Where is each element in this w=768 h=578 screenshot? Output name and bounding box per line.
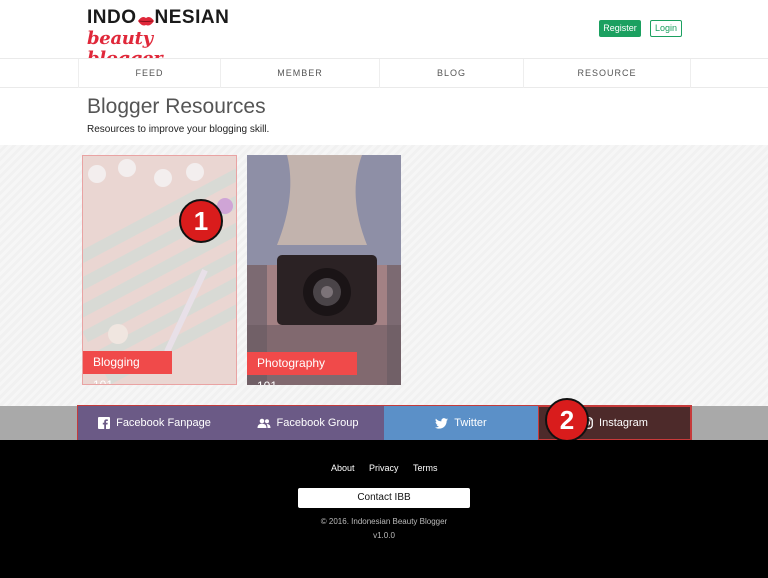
twitter-label: Twitter [454, 417, 487, 429]
twitter-link[interactable]: Twitter [384, 406, 538, 440]
instagram-label: Instagram [599, 417, 648, 429]
facebook-fanpage-link[interactable]: Facebook Fanpage [78, 406, 231, 440]
nav-item-member[interactable]: MEMBER [220, 59, 379, 88]
site-footer [0, 440, 768, 578]
lips-icon [137, 12, 154, 26]
resource-card-photography[interactable]: Photography 101 [247, 155, 401, 385]
footer-link-privacy[interactable]: Privacy [369, 463, 399, 473]
facebook-group-label: Facebook Group [276, 417, 359, 429]
logo-wordmark: INDO NESIAN [87, 7, 229, 28]
logo-text-part2: NESIAN [154, 7, 230, 28]
nav-item-feed[interactable]: FEED [78, 59, 220, 88]
nav-item-blog[interactable]: BLOG [379, 59, 523, 88]
footer-link-terms[interactable]: Terms [413, 463, 438, 473]
twitter-icon [435, 417, 449, 429]
facebook-fanpage-label: Facebook Fanpage [116, 417, 211, 429]
page-subtitle: Resources to improve your blogging skill… [87, 124, 270, 135]
card-label-blogging: Blogging 101 [83, 351, 172, 384]
facebook-group-link[interactable]: Facebook Group [231, 406, 384, 440]
photography-photo [247, 155, 401, 385]
copyright-text: © 2016. Indonesian Beauty Blogger [320, 517, 448, 526]
page-title: Blogger Resources [87, 95, 266, 118]
card-label-photography: Photography 101 [247, 352, 357, 385]
site-logo[interactable]: INDO NESIAN beauty blogger [87, 7, 229, 69]
logo-text-part1: INDO [87, 7, 137, 28]
version-text: v1.0.0 [373, 531, 395, 540]
nav-item-resource[interactable]: RESOURCE [523, 59, 691, 88]
facebook-icon [98, 417, 111, 429]
group-icon [257, 418, 271, 428]
annotation-badge-2: 2 [545, 398, 589, 442]
site-header: INDO NESIAN beauty blogger Register Logi… [0, 0, 768, 69]
footer-link-about[interactable]: About [331, 463, 355, 473]
login-button[interactable]: Login [650, 20, 682, 37]
annotation-badge-1: 1 [179, 199, 223, 243]
register-button[interactable]: Register [599, 20, 641, 37]
main-nav: FEED MEMBER BLOG RESOURCE [0, 58, 768, 88]
contact-button[interactable]: Contact IBB [298, 488, 470, 508]
resource-card-blogging[interactable]: Blogging 101 [82, 155, 237, 385]
